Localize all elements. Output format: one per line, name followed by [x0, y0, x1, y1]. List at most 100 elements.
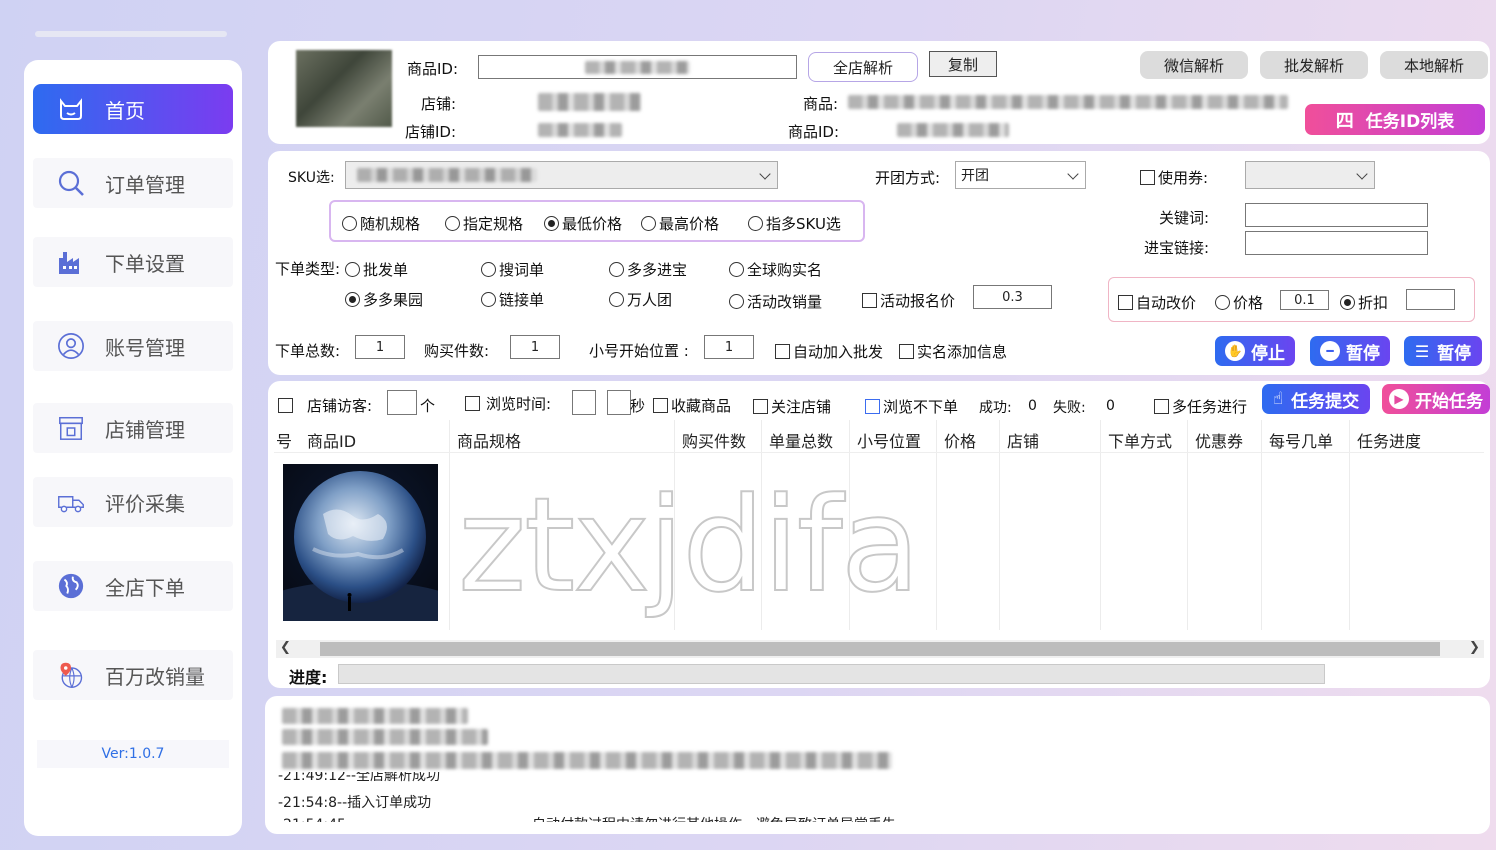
radio-circle — [1340, 295, 1355, 310]
radio-random-spec[interactable]: 随机规格 — [342, 213, 420, 234]
checkbox-box — [753, 399, 768, 414]
minus-circle-icon: ━ — [1320, 341, 1340, 361]
product-id-input[interactable] — [478, 55, 797, 79]
fav-checkbox[interactable]: 收藏商品 — [653, 395, 731, 416]
keyword-input[interactable] — [1245, 203, 1428, 227]
radio-lowest-price[interactable]: 最低价格 — [544, 213, 622, 234]
checkbox-box — [653, 398, 668, 413]
radio-global-realname[interactable]: 全球购实名 — [729, 259, 822, 280]
use-coupon-checkbox[interactable]: 使用券: — [1140, 167, 1208, 188]
browse-time-min-input[interactable] — [572, 390, 596, 415]
column-header: 任务进度 — [1357, 432, 1422, 451]
radio-circle — [481, 292, 496, 307]
link-input[interactable] — [1245, 231, 1428, 255]
radio-circle — [342, 216, 357, 231]
earth-image — [240, 464, 480, 661]
browse-no-order-checkbox[interactable]: 浏览不下单 — [865, 396, 958, 417]
parse-shop-button[interactable]: 全店解析 — [808, 52, 918, 82]
local-parse-button[interactable]: 本地解析 — [1380, 51, 1488, 79]
start-pos-label: 小号开始位置 : — [589, 342, 689, 360]
stop-button[interactable]: ✋ 停止 — [1215, 336, 1295, 366]
radio-search-order[interactable]: 搜词单 — [481, 259, 544, 280]
wechat-parse-button[interactable]: 微信解析 — [1140, 51, 1248, 79]
group-mode-select[interactable]: 开团 — [955, 161, 1086, 189]
real-name-checkbox[interactable]: 实名添加信息 — [899, 341, 1007, 362]
column-header: 优惠券 — [1195, 432, 1244, 451]
sku-select[interactable] — [345, 161, 778, 189]
total-label: 下单总数: — [275, 342, 341, 360]
sidebar-item-full-store-order[interactable]: 全店下单 — [33, 561, 233, 611]
sidebar-item-label: 全店下单 — [105, 575, 185, 600]
sidebar-item-sales-boost[interactable]: 百万改销量 — [33, 650, 233, 700]
start-pos-input[interactable]: 1 — [704, 335, 754, 359]
sidebar-item-order-settings[interactable]: 下单设置 — [33, 237, 233, 287]
radio-batch-order[interactable]: 批发单 — [345, 259, 408, 280]
batch-parse-button[interactable]: 批发解析 — [1260, 51, 1368, 79]
column-header: 商品ID — [307, 432, 357, 451]
coupon-select[interactable] — [1245, 161, 1375, 189]
radio-highest-price[interactable]: 最高价格 — [641, 213, 719, 234]
radio-discount[interactable]: 折扣 — [1340, 292, 1388, 313]
qty-input[interactable]: 1 — [510, 335, 560, 359]
follow-checkbox[interactable]: 关注店铺 — [753, 396, 831, 417]
radio-link-order[interactable]: 链接单 — [481, 289, 544, 310]
auto-batch-checkbox[interactable]: 自动加入批发 — [775, 341, 883, 362]
auto-price-checkbox[interactable]: 自动改价 — [1118, 292, 1196, 313]
price-input[interactable]: 0.1 — [1280, 290, 1329, 310]
goods-name-value — [848, 95, 1288, 109]
total-input[interactable]: 1 — [355, 335, 405, 359]
store-icon — [57, 414, 85, 442]
radio-duoduo-jinbao[interactable]: 多多进宝 — [609, 259, 687, 280]
success-count: 0 — [1028, 398, 1037, 414]
log-line-redacted — [282, 752, 892, 769]
browse-time-max-input[interactable] — [607, 390, 631, 415]
radio-specified-spec[interactable]: 指定规格 — [445, 213, 523, 234]
sidebar-item-accounts[interactable]: 账号管理 — [33, 321, 233, 371]
column-header: 购买件数 — [682, 432, 747, 451]
shop-id-value — [538, 123, 622, 137]
coupon-icon: 四 — [1335, 110, 1354, 132]
shop-visit-checkbox[interactable]: 店铺访客: — [278, 395, 372, 416]
browse-time-checkbox[interactable]: 浏览时间: — [465, 393, 551, 414]
chevron-down-icon — [759, 168, 771, 180]
submit-task-button[interactable]: ☝ 任务提交 — [1262, 384, 1370, 414]
radio-circle — [729, 294, 744, 309]
copy-button[interactable]: 复制 — [929, 51, 997, 77]
start-task-button[interactable]: ▶ 开始任务 — [1382, 384, 1490, 414]
sidebar-item-stores[interactable]: 店铺管理 — [33, 403, 233, 453]
sidebar-item-orders[interactable]: 订单管理 — [33, 158, 233, 208]
goods-id-label: 商品ID: — [788, 123, 840, 141]
keyword-label: 关键词: — [1159, 209, 1210, 227]
log-line: 自动付款过程中请勿进行其他操作，避免导致订单异常丢失 — [532, 814, 896, 822]
fail-label: 失败: — [1053, 400, 1086, 416]
activity-price-checkbox[interactable]: 活动报名价 — [862, 290, 955, 311]
shop-visit-unit: 个 — [420, 397, 436, 415]
shop-visit-input[interactable] — [387, 390, 417, 415]
radio-group-order[interactable]: 万人团 — [609, 289, 672, 310]
radio-duoduo-orchard[interactable]: 多多果园 — [345, 289, 423, 310]
scrollbar-thumb[interactable] — [320, 642, 1440, 656]
sidebar-item-reviews[interactable]: 评价采集 — [33, 477, 233, 527]
success-label: 成功: — [979, 400, 1012, 416]
scroll-left-icon[interactable]: ❮ — [280, 640, 291, 655]
multi-task-checkbox[interactable]: 多任务进行 — [1154, 396, 1247, 417]
horizontal-scrollbar[interactable]: ❮ ❯ — [276, 640, 1484, 658]
activity-price-input[interactable]: 0.3 — [973, 285, 1052, 309]
checkbox-box — [465, 396, 480, 411]
scroll-right-icon[interactable]: ❯ — [1469, 640, 1480, 655]
pause-button-2[interactable]: ☰ 暂停 — [1404, 336, 1482, 366]
version-label: Ver:1.0.7 — [37, 740, 229, 768]
shop-id-label: 店铺ID: — [405, 123, 457, 141]
checkbox-box — [862, 293, 877, 308]
radio-circle — [345, 262, 360, 277]
pause-button-1[interactable]: ━ 暂停 — [1310, 336, 1390, 366]
radio-circle — [544, 216, 559, 231]
radio-price[interactable]: 价格 — [1215, 292, 1263, 313]
task-id-list-button[interactable]: 四 任务ID列表 — [1305, 104, 1485, 135]
radio-multi-sku[interactable]: 指多SKU选 — [748, 213, 841, 234]
radio-activity-sales[interactable]: 活动改销量 — [729, 291, 822, 312]
shop-label: 店铺: — [421, 95, 457, 113]
sidebar-item-label: 首页 — [105, 98, 145, 123]
discount-input[interactable] — [1406, 289, 1455, 310]
sidebar-item-home[interactable]: 首页 — [33, 84, 233, 134]
